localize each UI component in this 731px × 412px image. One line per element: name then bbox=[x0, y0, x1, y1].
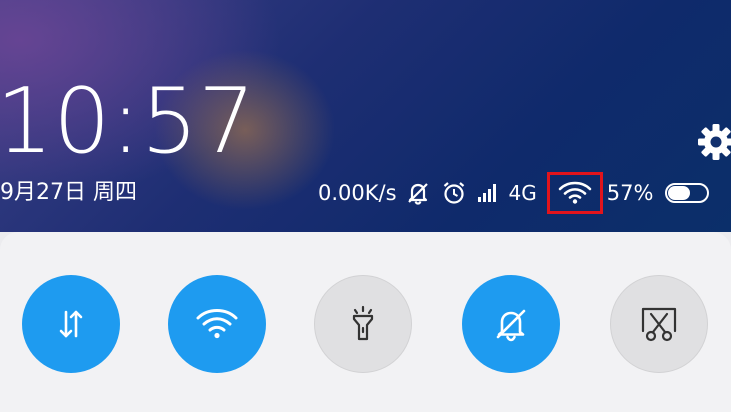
tile-mobile-data[interactable] bbox=[22, 275, 120, 373]
battery-percent: 57% bbox=[606, 181, 654, 205]
tile-wifi[interactable] bbox=[168, 275, 266, 373]
settings-gear-icon[interactable] bbox=[696, 122, 731, 162]
quick-settings-panel bbox=[0, 232, 731, 412]
tile-screenshot[interactable] bbox=[610, 275, 708, 373]
battery-icon bbox=[665, 183, 710, 203]
screenshot-scissors-icon bbox=[641, 307, 677, 342]
bell-off-icon bbox=[496, 309, 526, 342]
tile-silent[interactable] bbox=[462, 275, 560, 373]
net-speed: 0.00K/s bbox=[318, 181, 397, 205]
mute-bell-off-icon bbox=[405, 180, 431, 206]
battery-level-fill bbox=[668, 186, 691, 200]
notification-shade: 10:57 9月27日 周四 0.00K/s 4G 57% bbox=[0, 0, 731, 412]
cellular-signal-icon bbox=[477, 182, 499, 204]
alarm-clock-icon bbox=[441, 180, 467, 206]
wifi-icon bbox=[558, 181, 592, 204]
network-type: 4G bbox=[508, 181, 537, 205]
clock-date: 9月27日 周四 bbox=[0, 180, 137, 205]
tile-flashlight[interactable] bbox=[314, 275, 412, 373]
flashlight-icon bbox=[352, 305, 374, 341]
clock-time: 10:57 bbox=[0, 69, 256, 174]
data-transfer-arrows-icon bbox=[59, 310, 83, 338]
shade-header: 10:57 9月27日 周四 0.00K/s 4G 57% bbox=[0, 0, 731, 232]
status-bar: 0.00K/s 4G 57% bbox=[318, 172, 710, 214]
wifi-highlight-box bbox=[546, 172, 603, 214]
wifi-icon bbox=[196, 309, 238, 339]
